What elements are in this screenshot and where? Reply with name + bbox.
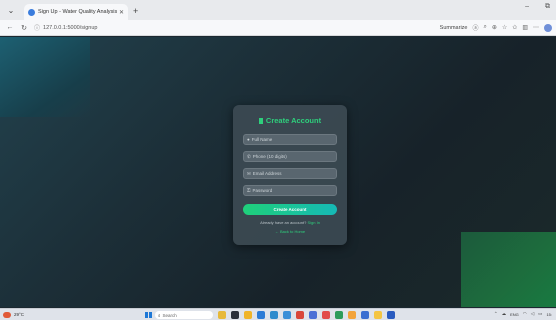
email-input[interactable] [252,171,333,176]
weather-widget[interactable]: 29°C [3,311,25,318]
browser-tab-bar: ⌄ Sign Up - Water Quality Analysis Syste… [0,0,556,20]
email-field[interactable]: ✉ [243,168,337,179]
favorite-icon[interactable]: ☆ [502,24,507,31]
password-input[interactable] [252,188,333,193]
summarize-button[interactable]: Summarize [440,25,468,31]
back-icon[interactable]: ← [6,24,14,31]
volume-icon[interactable]: ◁ [531,311,534,317]
page-viewport: Create Account ● ✆ ✉ ⚿ Create Account Al… [0,37,556,307]
password-field[interactable]: ⚿ [243,185,337,196]
taskbar-apps [218,311,395,319]
system-tray: ⌃ ☁ ENG ◠ ◁ ▭ 15: [494,311,552,317]
favorites-icon[interactable]: ✩ [512,24,517,31]
phone-field[interactable]: ✆ [243,151,337,162]
new-tab-icon[interactable]: + [133,6,138,16]
refresh-icon[interactable]: ↻ [20,24,28,32]
app-navy-icon[interactable] [387,311,395,319]
maximize-icon[interactable]: ⧉ [545,3,550,11]
task-view-icon[interactable] [231,311,239,319]
start-icon[interactable] [145,312,152,318]
zoom-icon[interactable]: ⊕ [492,24,497,31]
mail-icon: ✉ [247,170,251,176]
app-pink-icon[interactable] [322,311,330,319]
background-glow-top-left [0,37,90,117]
tab-list-dropdown-icon[interactable]: ⌄ [4,3,18,17]
taskbar: 29°C ⌕ Search ⌃ ☁ ENG ◠ ◁ ▭ 15: [0,308,556,320]
page-title: Create Account [233,116,347,125]
signup-card: Create Account ● ✆ ✉ ⚿ Create Account Al… [233,105,347,245]
collections-icon[interactable]: ▥ [522,24,528,31]
url-box[interactable]: ⓘ 127.0.0.1:5000/signup [34,22,97,34]
tab-favicon-icon [28,8,35,16]
more-icon[interactable]: ⋯ [533,24,539,31]
address-bar: ← ↻ ⓘ 127.0.0.1:5000/signup Summarize ⓐ … [0,20,556,36]
key-icon: ⚿ [247,188,251,193]
weather-icon [3,311,11,318]
search-icon: ⌕ [158,312,161,318]
taskbar-search[interactable]: ⌕ Search [155,311,213,319]
phone-icon: ✆ [247,153,251,159]
signin-prompt: Already have an account? Sign In [233,220,347,225]
weather-temp: 29°C [14,312,25,317]
store-icon[interactable] [270,311,278,319]
tab-close-icon[interactable]: ✕ [119,9,124,16]
app-red-icon[interactable] [296,311,304,319]
signin-link[interactable]: Sign In [307,220,319,225]
chrome-icon[interactable] [374,311,382,319]
profile-avatar[interactable] [544,23,552,32]
app-blue-icon[interactable] [309,311,317,319]
minimize-icon[interactable]: – [525,3,529,11]
signin-prompt-text: Already have an account? [260,220,307,225]
app-green-icon[interactable] [335,311,343,319]
page-title-text: Create Account [265,116,322,125]
search-placeholder[interactable]: Search [163,313,177,318]
full-name-field[interactable]: ● [243,134,337,145]
battery-icon[interactable]: ▭ [538,311,542,317]
tab-title: Sign Up - Water Quality Analysis System [38,9,117,15]
app-indigo-icon[interactable] [361,311,369,319]
app-orange-icon[interactable] [348,311,356,319]
toolbar-right: Summarize ⓐ ⌕ ⊕ ☆ ✩ ▥ ⋯ [440,23,552,32]
widgets-icon[interactable] [218,311,226,319]
user-plus-icon [258,117,263,124]
chevron-up-icon[interactable]: ⌃ [494,311,498,317]
browser-tab[interactable]: Sign Up - Water Quality Analysis System … [24,4,128,20]
edge-icon[interactable] [257,311,265,319]
phone-input[interactable] [252,154,333,159]
reader-icon[interactable]: ⓐ [472,23,478,32]
vscode-icon[interactable] [283,311,291,319]
find-icon[interactable]: ⌕ [484,24,487,31]
site-info-icon[interactable]: ⓘ [34,23,40,32]
language-indicator[interactable]: ENG [510,312,519,317]
window-controls: – ⧉ [525,3,550,11]
user-icon: ● [247,137,250,142]
background-glow-bottom-right [461,232,556,307]
url-text[interactable]: 127.0.0.1:5000/signup [43,25,97,31]
wifi-icon[interactable]: ◠ [523,311,527,317]
full-name-input[interactable] [251,137,332,142]
file-explorer-icon[interactable] [244,311,252,319]
clock[interactable]: 15: [546,312,552,317]
create-account-button[interactable]: Create Account [243,204,337,215]
back-to-home-link[interactable]: ← Back to Home [233,229,347,234]
cloud-icon[interactable]: ☁ [502,311,507,317]
